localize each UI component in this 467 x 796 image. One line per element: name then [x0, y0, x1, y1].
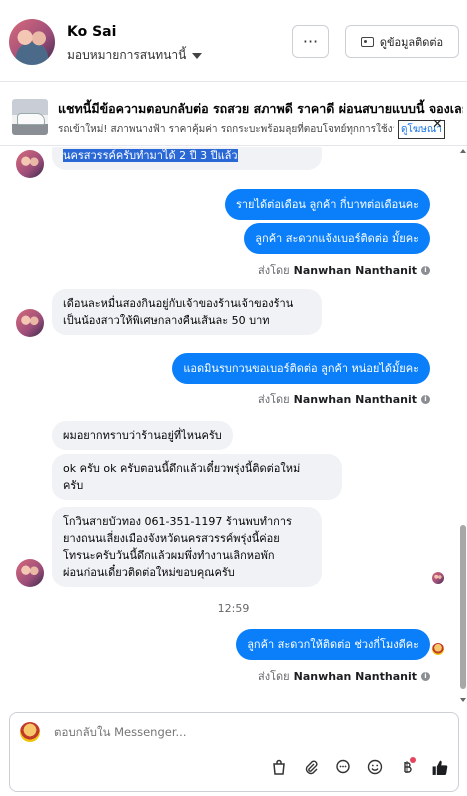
ad-text: รถเข้าใหม่! สภาพนางฟ้า ราคาคุ้มค่า รถกระ…	[58, 124, 394, 135]
contact-name[interactable]: Ko Sai	[67, 24, 116, 40]
message-bubble-outgoing[interactable]: แอดมินรบกวนขอเบอร์ติดต่อ ลูกค้า หน่อยได้…	[172, 353, 430, 384]
message-text: ผมอยากทราบว่าร้านอยู่ที่ไหนครับ	[63, 429, 222, 442]
sent-by-prefix: ส่งโดย	[258, 264, 290, 277]
sent-by-label: ส่งโดย Nanwhan Nanthanit i	[258, 390, 430, 408]
message-line: ผ่อนก่อนเดี๋ยวติดต่อใหม่ขอบคุณครับ	[63, 566, 235, 579]
message-thread[interactable]: นครสวรรค์ครับทำมาได้ 2 ปี 3 ปีแล้ว รายได…	[0, 147, 467, 704]
message-text: แอดมินรบกวนขอเบอร์ติดต่อ ลูกค้า หน่อยได้…	[183, 362, 419, 375]
bag-icon[interactable]	[270, 758, 288, 776]
caret-down-icon	[192, 52, 203, 59]
message-line: เดือนละหมื่นสองกินอยู่กับเจ้าของร้านเจ้า…	[63, 297, 294, 310]
scrollbar-thumb[interactable]	[460, 525, 466, 689]
sent-by-prefix: ส่งโดย	[258, 670, 290, 683]
message-bubble-incoming[interactable]: ผมอยากทราบว่าร้านอยู่ที่ไหนครับ	[52, 421, 233, 450]
message-line: ok ครับ ok ครับตอนนี้ดึกแล้วเดี๋ยวพรุ่งน…	[63, 462, 301, 475]
contact-avatar-small	[16, 309, 44, 337]
more-icon: ···	[302, 32, 319, 51]
ad-title: แชทนี้มีข้อความตอบกลับต่อ รถสวย สภาพดี ร…	[58, 101, 463, 116]
sender-name: Nanwhan Nanthanit	[293, 669, 417, 683]
paperclip-icon[interactable]	[302, 758, 320, 776]
currency-icon[interactable]	[398, 757, 416, 776]
sent-by-label: ส่งโดย Nanwhan Nanthanit i	[258, 667, 430, 685]
view-contact-label: ดูข้อมูลติดต่อ	[379, 35, 444, 49]
sender-name: Nanwhan Nanthanit	[293, 392, 417, 406]
timestamp: 12:59	[217, 602, 250, 615]
scrollbar[interactable]	[459, 147, 467, 704]
message-bubble-outgoing[interactable]: ลูกค้า สะดวกแจ้งเบอร์ติดต่อ มั้ยคะ	[244, 223, 430, 254]
ad-thumbnail[interactable]	[12, 99, 48, 135]
assign-conversation-dropdown[interactable]: มอบหมายการสนทนานี้	[67, 46, 203, 65]
message-line: ครับ	[63, 479, 84, 492]
info-icon[interactable]: i	[421, 265, 430, 275]
message-bubble-outgoing[interactable]: ลูกค้า สะดวกให้ติดต่อ ช่วงกี่โมงดีคะ	[236, 629, 430, 660]
composer-toolbar	[270, 757, 448, 776]
message-text: รายได้ต่อเดือน ลูกค้า กี่บาทต่อเดือนคะ	[235, 198, 419, 211]
seen-avatar	[432, 572, 444, 584]
message-bubble-incoming[interactable]: เดือนละหมื่นสองกินอยู่กับเจ้าของร้านเจ้า…	[52, 289, 322, 335]
seen-avatar	[432, 643, 444, 655]
message-text: ลูกค้า สะดวกให้ติดต่อ ช่วงกี่โมงดีคะ	[247, 638, 419, 651]
more-options-button[interactable]: ···	[292, 25, 329, 58]
message-line: โทรนะครับวันนี้ดึกแล้วผมพึ่งทำงานเลิกหอพ…	[63, 549, 275, 562]
scroll-up-arrow-icon[interactable]	[460, 149, 466, 153]
reply-input[interactable]	[54, 725, 434, 739]
thumbs-up-icon[interactable]	[430, 758, 448, 776]
message-bubble-outgoing[interactable]: รายได้ต่อเดือน ลูกค้า กี่บาทต่อเดือนคะ	[224, 189, 430, 220]
notification-dot	[410, 757, 416, 763]
close-icon[interactable]: ✕	[432, 117, 443, 132]
emoji-icon[interactable]	[366, 758, 384, 776]
scroll-down-arrow-icon[interactable]	[460, 698, 466, 702]
info-icon[interactable]: i	[421, 394, 430, 404]
message-bubble-incoming[interactable]: นครสวรรค์ครับทำมาได้ 2 ปี 3 ปีแล้ว	[52, 147, 322, 170]
contact-card-icon	[360, 36, 374, 47]
message-text: ลูกค้า สะดวกแจ้งเบอร์ติดต่อ มั้ยคะ	[255, 232, 419, 245]
conversation-header: Ko Sai มอบหมายการสนทนานี้ ··· ดูข้อมูลติ…	[0, 0, 467, 82]
view-contact-button[interactable]: ดูข้อมูลติดต่อ	[345, 25, 459, 58]
assign-label: มอบหมายการสนทนานี้	[67, 48, 187, 62]
message-line: เป็นน้องสาวให้พิเศษกลางคืนเส้นละ 50 บาท	[63, 314, 270, 327]
reply-composer	[9, 712, 459, 792]
sent-by-prefix: ส่งโดย	[258, 393, 290, 406]
contact-avatar-small	[16, 150, 44, 178]
contact-avatar[interactable]	[9, 19, 55, 65]
message-bubble-incoming[interactable]: โกวินสายบัวทอง 061-351-1197 ร้านพบทำการ …	[52, 507, 322, 587]
sender-name: Nanwhan Nanthanit	[293, 263, 417, 277]
sent-by-label: ส่งโดย Nanwhan Nanthanit i	[258, 261, 430, 279]
contact-avatar-small	[16, 559, 44, 587]
message-line: ยางถนนเลี่ยงเมืองจังหวัดนครสวรรค์พรุ่งนี…	[63, 532, 280, 545]
message-text: นครสวรรค์ครับทำมาได้ 2 ปี 3 ปีแล้ว	[63, 149, 238, 162]
chat-bubble-icon[interactable]	[334, 758, 352, 776]
page-avatar	[20, 722, 40, 742]
message-bubble-incoming[interactable]: ok ครับ ok ครับตอนนี้ดึกแล้วเดี๋ยวพรุ่งน…	[52, 454, 342, 500]
message-line: โกวินสายบัวทอง 061-351-1197 ร้านพบทำการ	[63, 515, 292, 528]
info-icon[interactable]: i	[421, 671, 430, 681]
ad-context-banner: แชทนี้มีข้อความตอบกลับต่อ รถสวย สภาพดี ร…	[0, 82, 467, 146]
